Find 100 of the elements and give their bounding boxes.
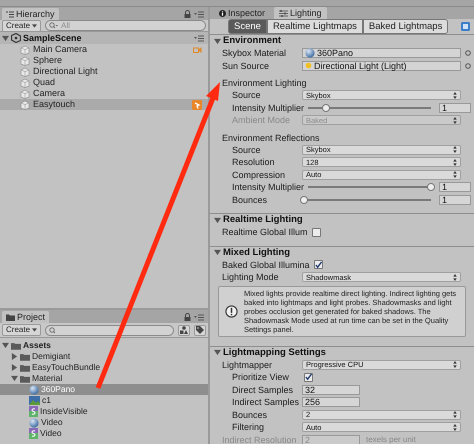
scene-name: SampleScene	[23, 32, 83, 44]
section-title: Lightmapping Settings	[223, 346, 326, 358]
expand-triangle-icon[interactable]	[214, 349, 221, 356]
shader-icon	[29, 406, 38, 417]
menu-icon[interactable]	[194, 10, 204, 18]
cube-icon	[20, 44, 30, 54]
caret-icon	[32, 328, 38, 332]
field-label: Intensity Multiplier	[232, 181, 304, 194]
checkbox[interactable]	[314, 260, 323, 270]
script-icon	[192, 100, 202, 110]
create-button[interactable]: Create	[2, 20, 42, 32]
unity-logo-icon	[11, 33, 21, 43]
field-label: Bounces	[232, 194, 268, 206]
hierarchy-item[interactable]: Main Camera	[0, 44, 208, 55]
expand-triangle-icon[interactable]	[11, 353, 18, 360]
expand-triangle-icon[interactable]	[214, 249, 221, 256]
slider-track[interactable]	[308, 106, 431, 109]
menu-icon[interactable]	[194, 314, 204, 320]
create-button[interactable]: Create	[2, 324, 42, 336]
object-field[interactable]: Directional Light (Light)	[302, 60, 461, 71]
cube-icon	[20, 56, 30, 66]
project-item[interactable]: Demigiant	[0, 351, 208, 362]
hierarchy-item[interactable]: Camera	[0, 88, 208, 99]
warning-icon	[225, 304, 238, 318]
menu-icon[interactable]	[194, 34, 204, 42]
number-field[interactable]: 1	[439, 182, 471, 192]
unit-label: texels per unit	[366, 434, 416, 444]
expand-triangle-icon[interactable]	[214, 38, 221, 44]
number-field[interactable]: 1	[439, 194, 471, 205]
shapes-icon	[180, 326, 188, 334]
inspector-tab[interactable]: Lighting	[274, 7, 327, 19]
lock-icon[interactable]	[184, 313, 191, 321]
field-label: Baked Global Illumina	[222, 258, 310, 271]
sliders-icon	[279, 10, 288, 16]
lock-icon[interactable]	[184, 10, 191, 18]
hierarchy-item[interactable]: Quad	[0, 77, 208, 88]
hierarchy-item[interactable]: Directional Light	[0, 66, 208, 77]
expand-triangle-icon[interactable]	[11, 375, 18, 382]
number-field[interactable]: 32	[302, 384, 360, 395]
field-label: Ambient Mode	[232, 114, 292, 126]
tag-icon	[196, 326, 204, 334]
field-label: Source	[232, 144, 262, 156]
updown-icon	[453, 171, 457, 178]
project-item[interactable]: Assets	[0, 340, 208, 351]
project-item[interactable]: Material	[0, 373, 208, 384]
list-icon	[6, 10, 14, 18]
expand-triangle-icon[interactable]	[2, 34, 9, 42]
section-title: Environment	[223, 35, 282, 47]
field-label: Compression	[232, 168, 286, 181]
updown-icon	[453, 411, 457, 418]
project-item[interactable]: InsideVisible	[0, 406, 208, 417]
mode-tab[interactable]: Baked Lightmaps	[362, 19, 448, 34]
number-field[interactable]: 1	[439, 102, 471, 113]
cube-icon	[20, 100, 30, 110]
field-label: Realtime Global Illum	[222, 226, 308, 238]
search-field[interactable]: All	[45, 20, 206, 31]
cube-icon	[20, 78, 30, 88]
project-item[interactable]: c1	[0, 395, 208, 406]
sphere-icon	[305, 48, 315, 58]
project-item[interactable]: Video	[0, 428, 208, 439]
filter-type-button[interactable]	[178, 324, 190, 336]
updown-icon	[453, 92, 457, 99]
updown-icon	[453, 146, 457, 154]
cube-icon	[20, 88, 30, 98]
number-field[interactable]: 256	[302, 397, 360, 408]
search-field[interactable]	[45, 324, 174, 336]
checkbox[interactable]	[304, 372, 313, 382]
expand-triangle-icon[interactable]	[2, 342, 9, 349]
hierarchy-item[interactable]: Easytouch	[0, 99, 208, 110]
panel-tab[interactable]: Project	[2, 311, 50, 323]
object-field[interactable]: 360Pano	[302, 48, 461, 58]
camera-gizmo-icon	[193, 46, 202, 54]
mode-tab[interactable]: Realtime Lightmaps	[266, 19, 363, 34]
project-item[interactable]: Video	[0, 417, 208, 428]
filter-label-button[interactable]	[194, 324, 206, 336]
field-label: Direct Samples	[232, 384, 294, 396]
slider-thumb[interactable]	[300, 196, 308, 204]
field-label: Lighting Mode	[222, 271, 280, 284]
field-label: Indirect Resolution	[222, 434, 298, 444]
field-label: Source	[232, 89, 262, 102]
image-icon	[29, 396, 40, 405]
mode-tab[interactable]: Scene	[228, 19, 267, 34]
field-label: Intensity Multiplier	[232, 102, 304, 114]
slider-thumb[interactable]	[427, 183, 435, 192]
project-item[interactable]: EasyTouchBundle	[0, 362, 208, 373]
expand-triangle-icon[interactable]	[214, 216, 221, 224]
hierarchy-item[interactable]: Sphere	[0, 55, 208, 66]
group-heading: Environment Lighting	[222, 77, 307, 89]
updown-icon	[453, 158, 457, 166]
cube-icon	[20, 66, 30, 76]
checkbox[interactable]	[312, 228, 321, 237]
panel-tab[interactable]: Hierarchy	[2, 8, 59, 20]
light-icon	[305, 62, 312, 70]
scene-row[interactable]: SampleScene	[0, 32, 208, 44]
slider-thumb[interactable]	[322, 104, 330, 112]
field-label: Lightmapper	[222, 358, 274, 371]
field-label: Filtering	[232, 421, 266, 434]
updown-icon	[453, 274, 457, 281]
expand-triangle-icon[interactable]	[11, 364, 18, 371]
updown-icon	[453, 116, 457, 124]
